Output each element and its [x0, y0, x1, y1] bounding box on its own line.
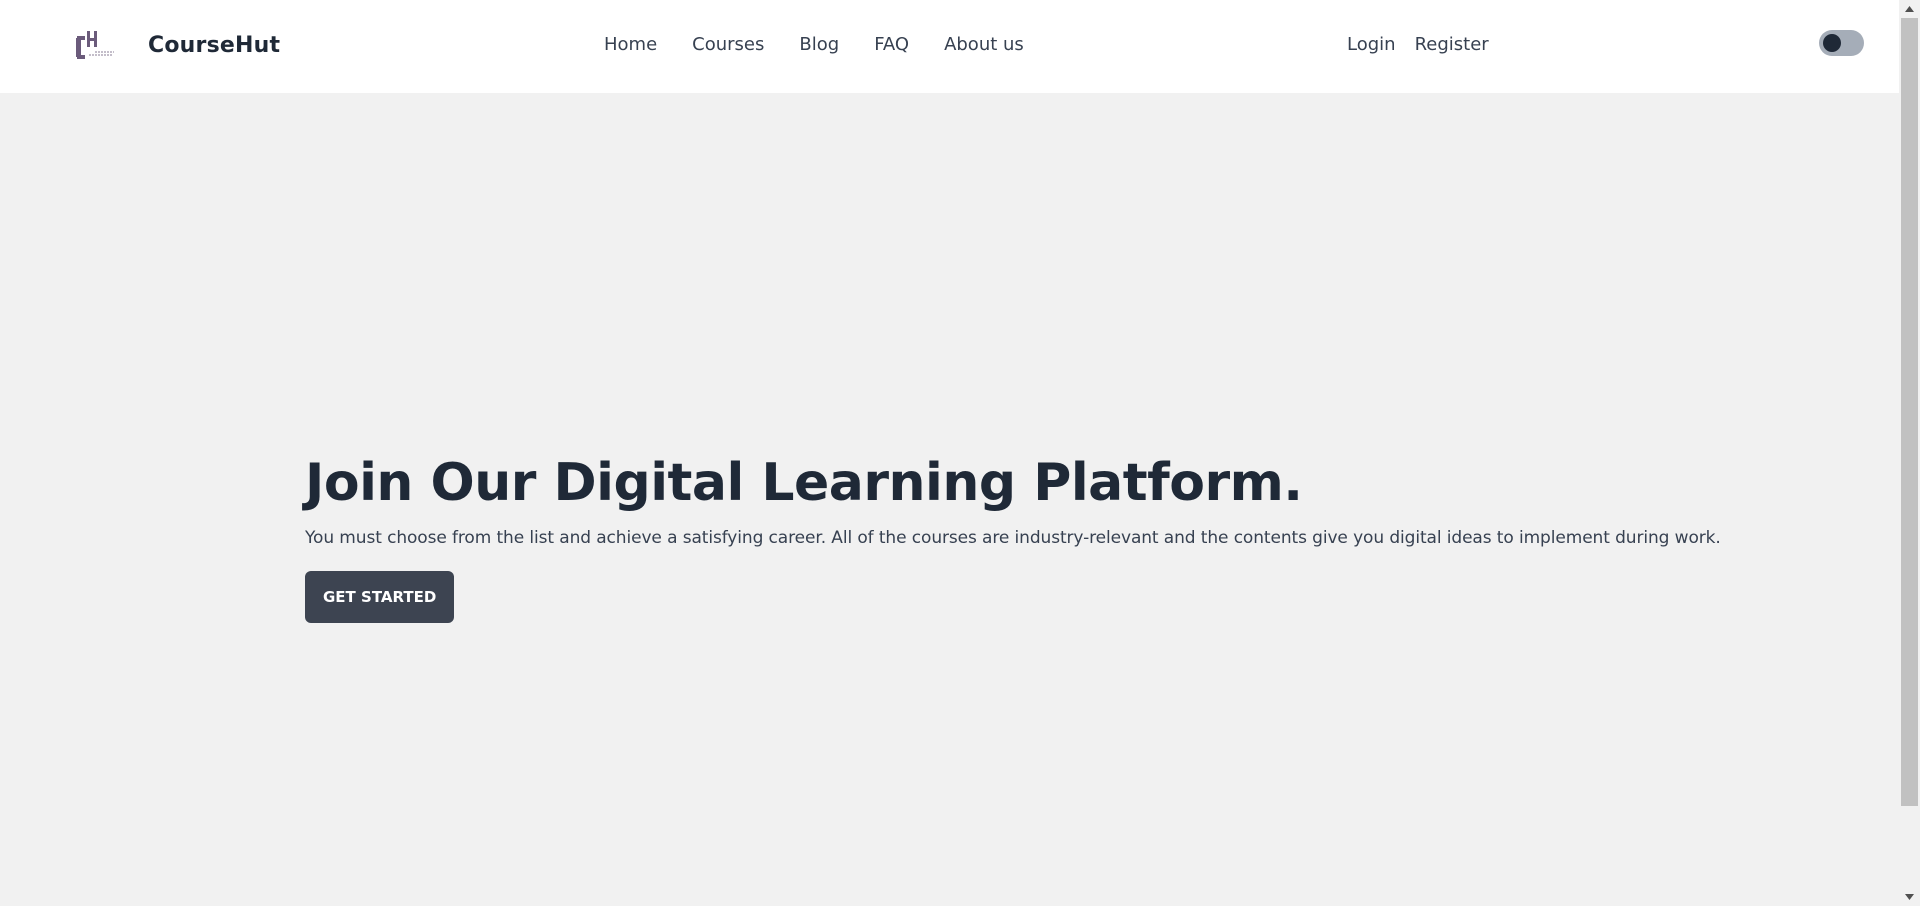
- nav-courses[interactable]: Courses: [692, 34, 764, 55]
- scroll-up-icon[interactable]: [1899, 1, 1920, 17]
- scroll-down-icon[interactable]: [1899, 889, 1920, 905]
- hero-description: You must choose from the list and achiev…: [305, 528, 1721, 549]
- theme-toggle-icon: [1823, 34, 1841, 52]
- nav-home[interactable]: Home: [604, 34, 657, 55]
- get-started-button[interactable]: GET STARTED: [305, 571, 455, 624]
- hero-section: Join Our Digital Learning Platform. You …: [305, 452, 1721, 624]
- nav-about-us[interactable]: About us: [944, 34, 1024, 55]
- nav-blog[interactable]: Blog: [799, 34, 839, 55]
- navbar: CourseHut Home Courses Blog FAQ About us…: [0, 0, 1899, 93]
- theme-toggle[interactable]: [1819, 30, 1864, 56]
- auth-nav: Login Register: [1347, 34, 1508, 55]
- vertical-scrollbar[interactable]: [1899, 0, 1920, 906]
- coursehut-logo-icon: [76, 31, 114, 59]
- brand-link[interactable]: CourseHut: [72, 29, 280, 61]
- hero-title: Join Our Digital Learning Platform.: [305, 453, 1303, 513]
- viewport: CourseHut Home Courses Blog FAQ About us…: [0, 0, 1899, 906]
- brand-name: CourseHut: [148, 32, 281, 58]
- scrollbar-thumb[interactable]: [1901, 18, 1918, 806]
- page: CourseHut Home Courses Blog FAQ About us…: [0, 0, 1920, 906]
- main-nav: Home Courses Blog FAQ About us: [604, 34, 1059, 55]
- nav-faq[interactable]: FAQ: [874, 34, 909, 55]
- login-link[interactable]: Login: [1347, 34, 1396, 55]
- register-link[interactable]: Register: [1415, 34, 1489, 55]
